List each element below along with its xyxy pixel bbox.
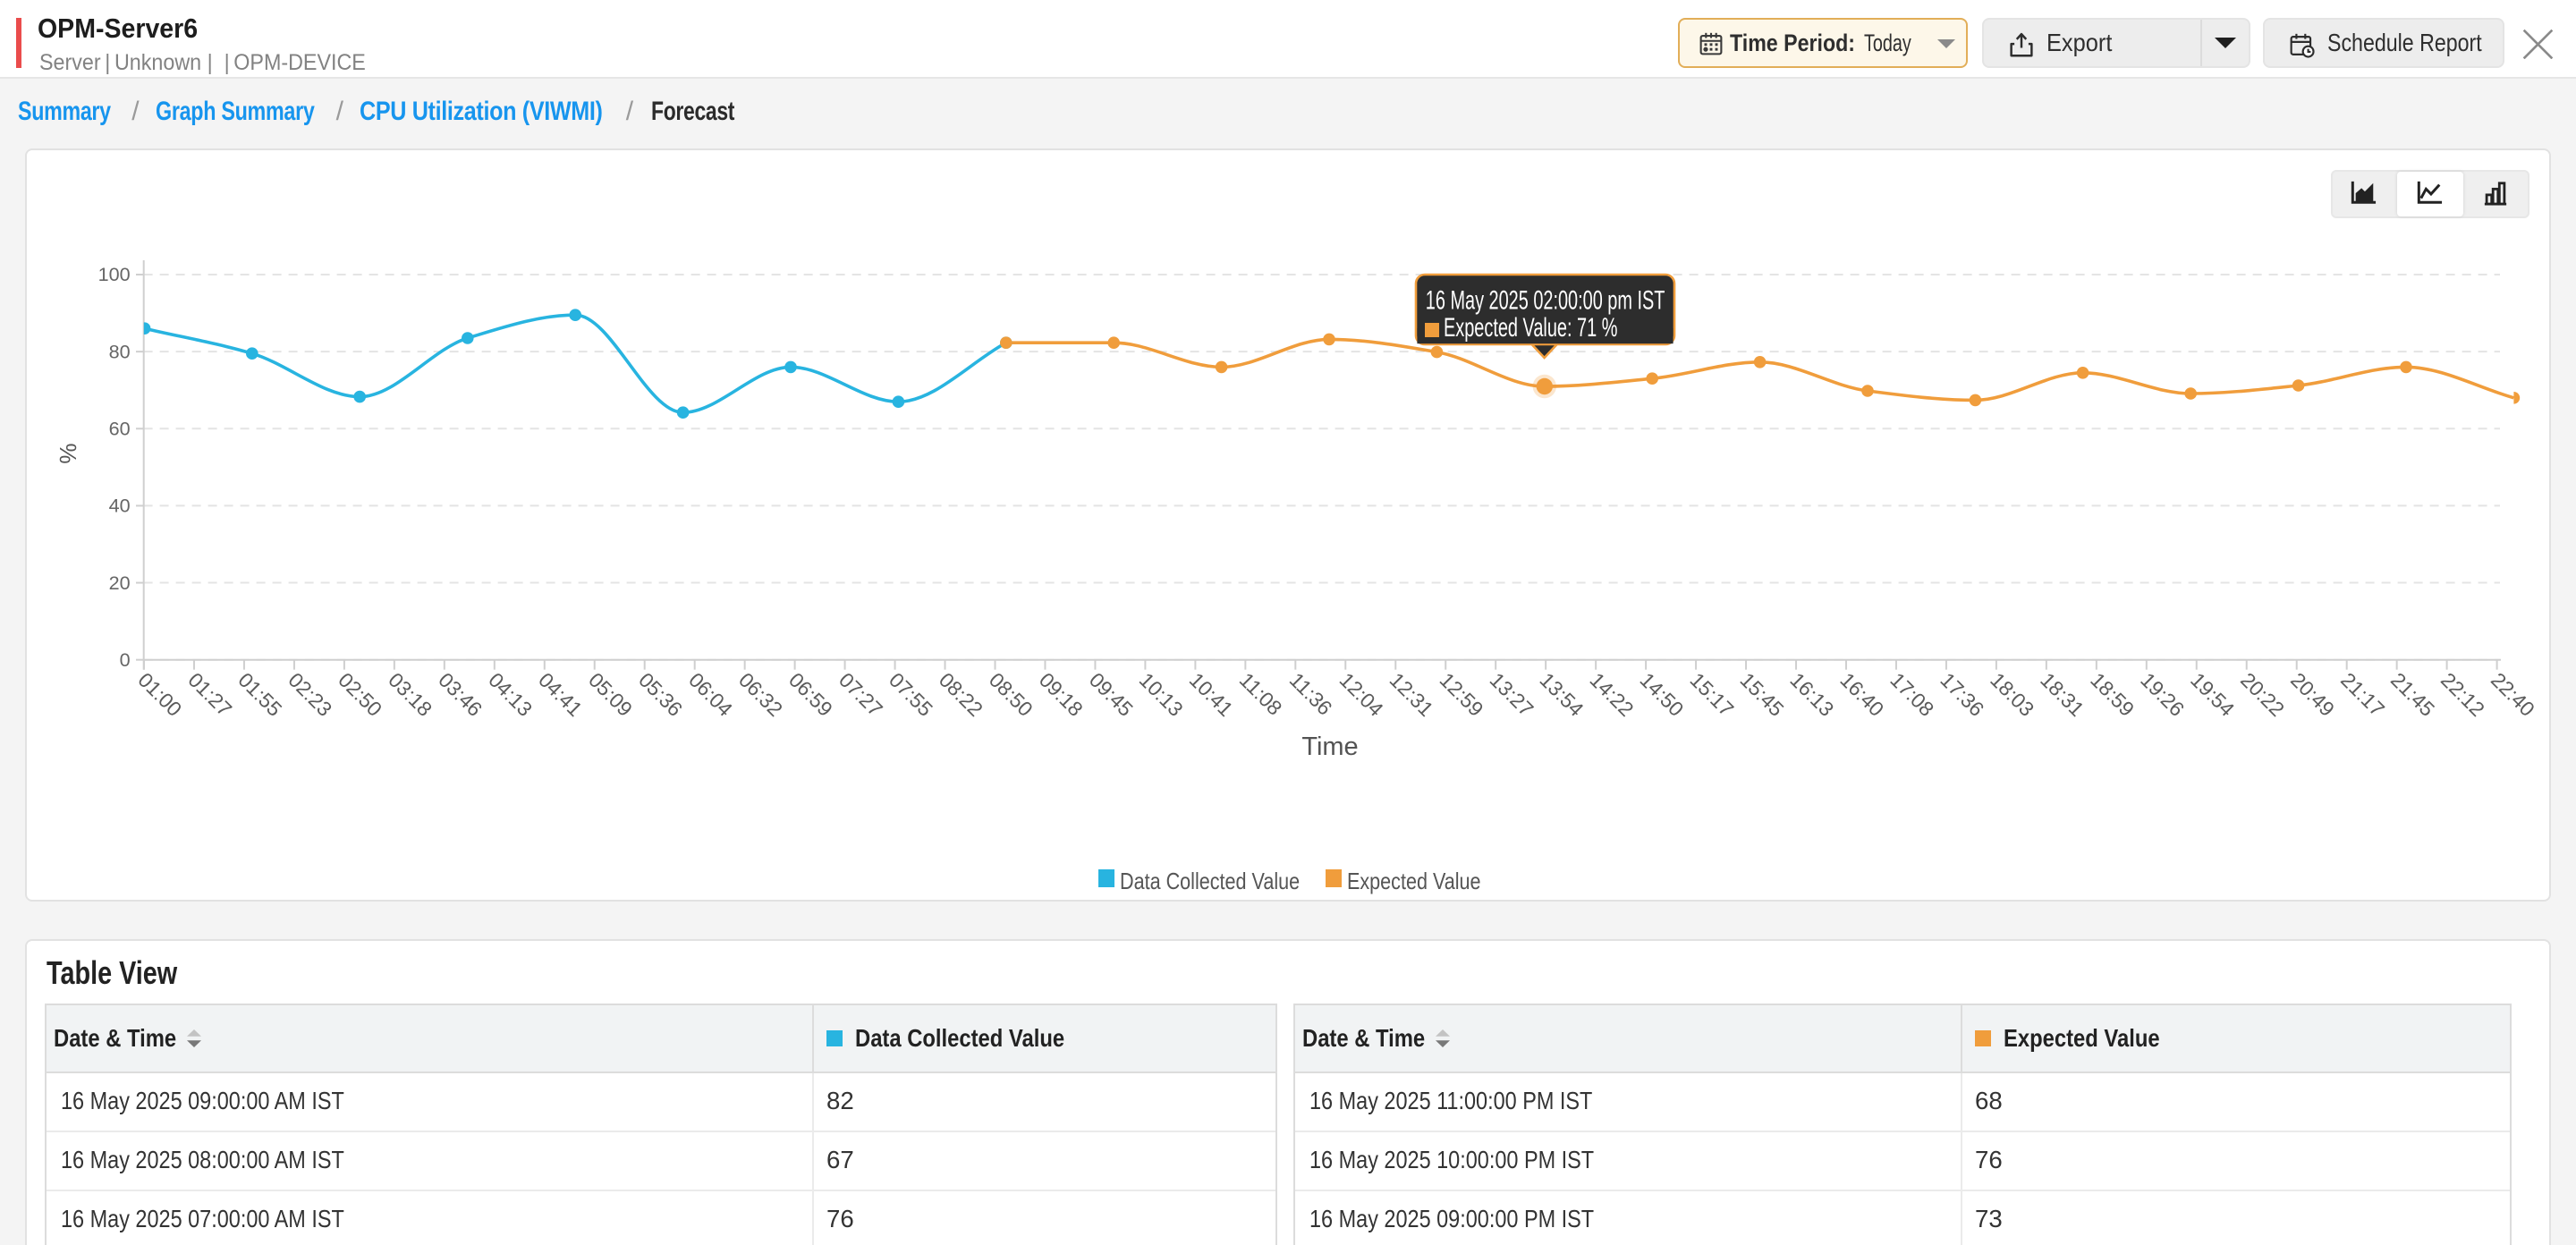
svg-text:20:22: 20:22 bbox=[2236, 667, 2289, 720]
svg-text:06:04: 06:04 bbox=[684, 667, 737, 720]
svg-text:80: 80 bbox=[109, 339, 131, 361]
svg-text:19:54: 19:54 bbox=[2186, 667, 2239, 720]
svg-text:%: % bbox=[55, 442, 81, 462]
svg-text:02:23: 02:23 bbox=[284, 667, 336, 720]
svg-text:09:18: 09:18 bbox=[1035, 667, 1088, 720]
svg-text:09:45: 09:45 bbox=[1085, 667, 1138, 720]
svg-text:03:46: 03:46 bbox=[434, 667, 487, 720]
svg-text:14:22: 14:22 bbox=[1586, 667, 1639, 720]
svg-text:13:54: 13:54 bbox=[1536, 667, 1589, 720]
svg-text:04:41: 04:41 bbox=[534, 667, 587, 720]
svg-text:01:55: 01:55 bbox=[233, 667, 286, 720]
svg-text:06:32: 06:32 bbox=[734, 667, 787, 720]
svg-text:Expected Value: 71 %: Expected Value: 71 % bbox=[1444, 313, 1617, 342]
svg-text:17:08: 17:08 bbox=[1885, 667, 1938, 720]
svg-text:02:50: 02:50 bbox=[334, 667, 386, 720]
svg-text:01:27: 01:27 bbox=[183, 667, 236, 720]
svg-text:08:22: 08:22 bbox=[935, 667, 987, 720]
svg-text:21:17: 21:17 bbox=[2336, 667, 2389, 720]
svg-text:16 May 2025 02:00:00 pm IST: 16 May 2025 02:00:00 pm IST bbox=[1426, 285, 1665, 314]
svg-text:100: 100 bbox=[98, 262, 131, 284]
svg-text:10:13: 10:13 bbox=[1135, 667, 1188, 720]
svg-text:12:31: 12:31 bbox=[1385, 667, 1438, 720]
svg-text:12:59: 12:59 bbox=[1436, 667, 1488, 720]
svg-text:18:31: 18:31 bbox=[2036, 667, 2089, 720]
svg-text:04:13: 04:13 bbox=[484, 667, 537, 720]
svg-text:01:00: 01:00 bbox=[133, 667, 186, 720]
svg-text:17:36: 17:36 bbox=[1936, 667, 1988, 720]
svg-text:60: 60 bbox=[109, 416, 131, 438]
svg-text:19:26: 19:26 bbox=[2136, 667, 2189, 720]
svg-text:22:40: 22:40 bbox=[2487, 667, 2539, 720]
svg-text:07:27: 07:27 bbox=[835, 667, 887, 720]
svg-text:20: 20 bbox=[109, 571, 131, 593]
svg-text:07:55: 07:55 bbox=[885, 667, 937, 720]
svg-text:13:27: 13:27 bbox=[1486, 667, 1538, 720]
svg-text:14:50: 14:50 bbox=[1635, 667, 1688, 720]
svg-text:05:36: 05:36 bbox=[634, 667, 687, 720]
svg-text:12:04: 12:04 bbox=[1335, 667, 1388, 720]
svg-text:21:45: 21:45 bbox=[2386, 667, 2439, 720]
svg-text:16:40: 16:40 bbox=[1835, 667, 1888, 720]
svg-text:22:12: 22:12 bbox=[2436, 667, 2489, 720]
svg-text:15:17: 15:17 bbox=[1685, 667, 1738, 720]
svg-text:16:13: 16:13 bbox=[1785, 667, 1838, 720]
svg-text:15:45: 15:45 bbox=[1735, 667, 1788, 720]
svg-text:03:18: 03:18 bbox=[384, 667, 436, 720]
svg-text:18:03: 18:03 bbox=[1986, 667, 2038, 720]
svg-text:20:49: 20:49 bbox=[2286, 667, 2339, 720]
svg-text:05:09: 05:09 bbox=[584, 667, 637, 720]
svg-text:06:59: 06:59 bbox=[784, 667, 837, 720]
svg-text:11:08: 11:08 bbox=[1235, 667, 1287, 719]
svg-text:08:50: 08:50 bbox=[985, 667, 1038, 720]
svg-text:10:41: 10:41 bbox=[1185, 667, 1238, 720]
svg-text:18:59: 18:59 bbox=[2086, 667, 2139, 720]
svg-text:0: 0 bbox=[120, 648, 131, 670]
svg-text:40: 40 bbox=[109, 494, 131, 516]
svg-text:11:36: 11:36 bbox=[1285, 667, 1337, 719]
